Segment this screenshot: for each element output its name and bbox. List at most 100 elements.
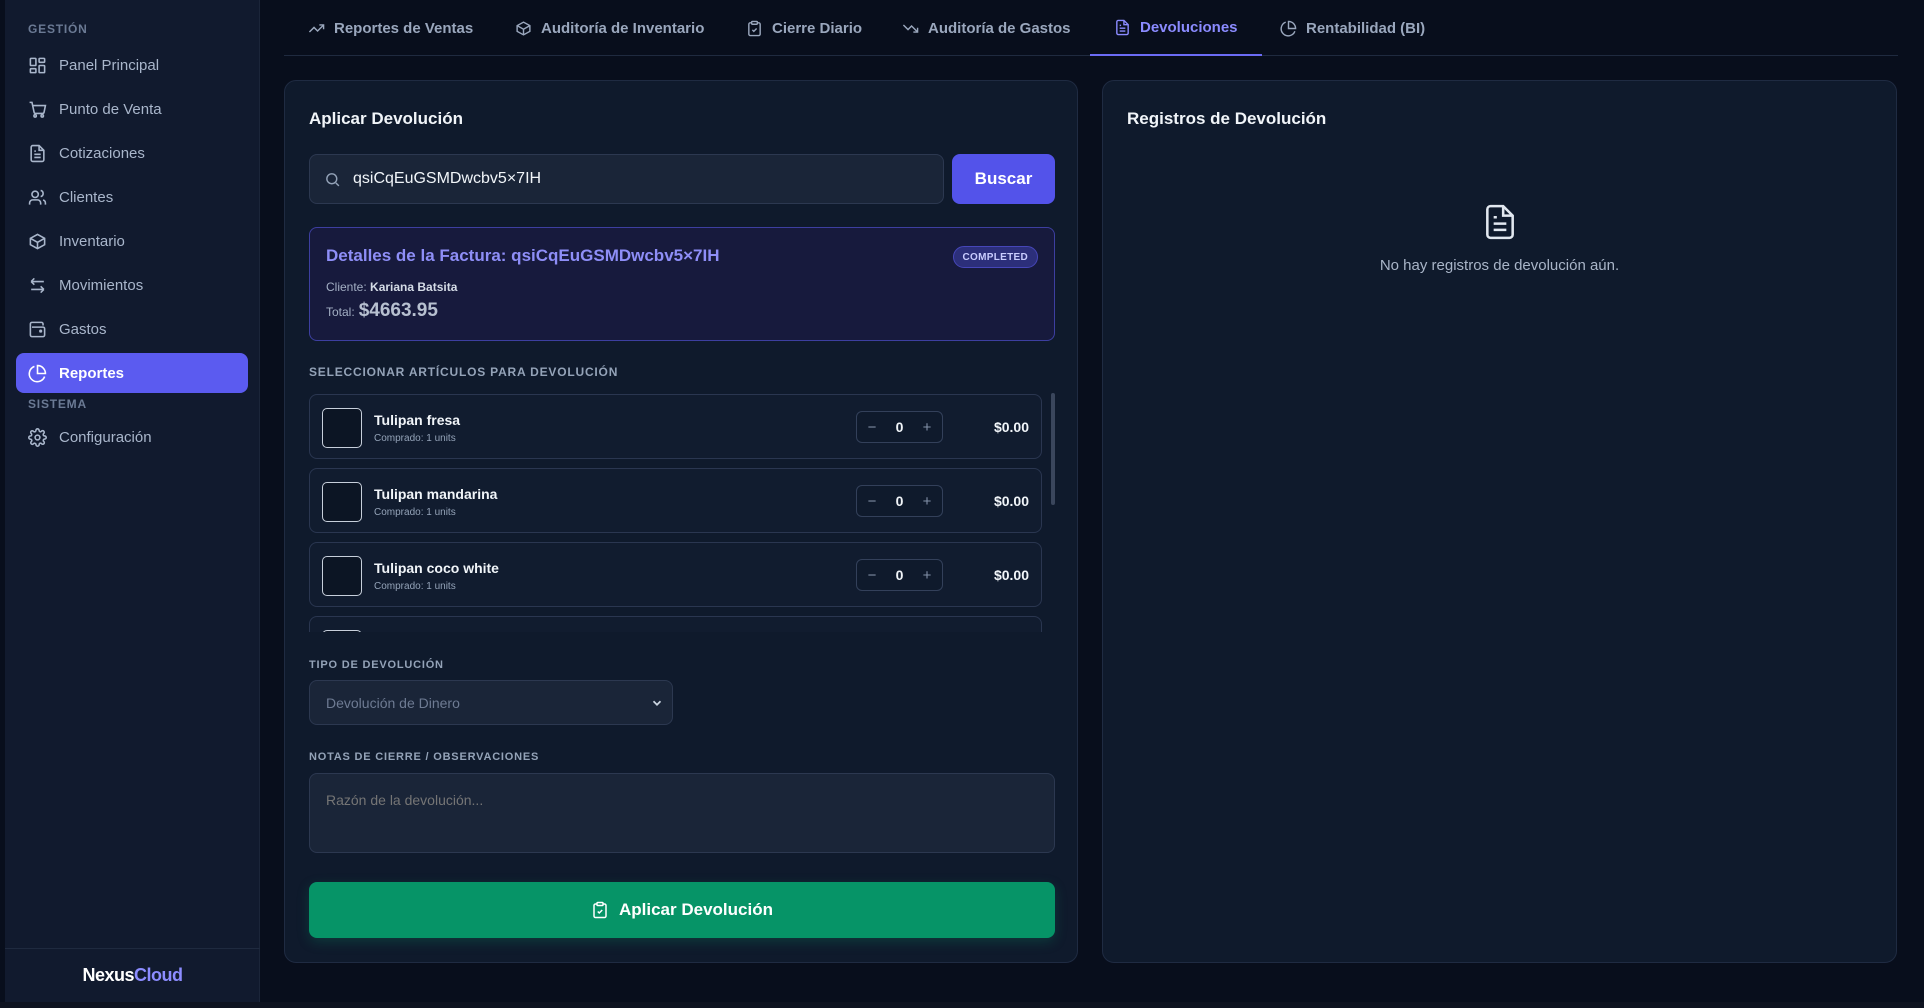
app-root: GESTIÓN Panel Principal Punto de Venta C… bbox=[0, 0, 1924, 1008]
sidebar-item-clientes[interactable]: Clientes bbox=[16, 177, 248, 217]
pie-chart-icon bbox=[28, 364, 47, 382]
notes-textarea[interactable] bbox=[309, 773, 1055, 853]
sidebar-item-panel-principal[interactable]: Panel Principal bbox=[16, 45, 248, 85]
sidebar-item-label: Reportes bbox=[59, 364, 125, 382]
item-purchased: Comprado: 1 units bbox=[374, 433, 456, 444]
items-section-label: SELECCIONAR ARTÍCULOS PARA DEVOLUCIÓN bbox=[309, 365, 619, 379]
brand-name-part1: Nexus bbox=[82, 965, 135, 985]
clipboard-icon bbox=[748, 20, 761, 36]
decrement-button[interactable]: − bbox=[865, 493, 879, 510]
tab-devoluciones[interactable]: Devoluciones bbox=[1090, 0, 1262, 56]
sidebar-item-label: Clientes bbox=[59, 188, 114, 206]
brand-name-part2: Cloud bbox=[134, 965, 183, 985]
document-icon bbox=[1116, 19, 1129, 35]
tab-auditoria-de-inventario[interactable]: Auditoría de Inventario bbox=[491, 0, 728, 56]
product-thumbnail bbox=[322, 482, 362, 522]
sidebar-item-configuracion[interactable]: Configuración bbox=[16, 417, 248, 457]
item-purchased: Comprado: 1 units bbox=[374, 507, 456, 518]
tab-reportes-de-ventas[interactable]: Reportes de Ventas bbox=[284, 0, 497, 56]
sidebar-item-label: Punto de Venta bbox=[59, 100, 162, 118]
sidebar-section-sistema: SISTEMA bbox=[28, 397, 87, 411]
product-thumbnail bbox=[322, 556, 362, 596]
pie-chart-icon bbox=[1280, 20, 1297, 37]
trending-down-icon bbox=[902, 23, 919, 33]
panel-title: Aplicar Devolución bbox=[309, 109, 463, 128]
return-type-select[interactable]: Devolución de Dinero bbox=[309, 680, 673, 725]
increment-button[interactable]: + bbox=[920, 419, 934, 436]
quantity-value: 0 bbox=[895, 493, 904, 509]
invoice-search-input[interactable] bbox=[353, 170, 933, 188]
sidebar-item-label: Configuración bbox=[59, 428, 152, 446]
apply-return-panel: Aplicar Devolución Buscar Detalles de la… bbox=[284, 80, 1078, 963]
gear-icon bbox=[28, 427, 47, 447]
box-icon bbox=[516, 20, 531, 36]
invoice-search-field[interactable] bbox=[309, 154, 944, 204]
users-icon bbox=[28, 189, 47, 205]
list-item bbox=[309, 616, 1042, 632]
trending-up-icon bbox=[308, 23, 325, 33]
item-price: $0.00 bbox=[993, 567, 1029, 583]
invoice-total: Total: $4663.95 bbox=[326, 300, 438, 322]
sidebar-item-gastos[interactable]: Gastos bbox=[16, 309, 248, 349]
tab-rentabilidad[interactable]: Rentabilidad (BI) bbox=[1256, 0, 1449, 56]
window-bottom-strip bbox=[0, 1002, 1924, 1008]
tab-label: Devoluciones bbox=[1140, 18, 1238, 36]
sidebar-item-label: Gastos bbox=[59, 320, 107, 338]
panel-title: Registros de Devolución bbox=[1127, 109, 1327, 128]
tab-label: Auditoría de Inventario bbox=[541, 19, 705, 37]
item-price: $0.00 bbox=[993, 419, 1029, 435]
list-item: Tulipan coco white Comprado: 1 units − 0… bbox=[309, 542, 1042, 607]
return-items-list[interactable]: Tulipan fresa Comprado: 1 units − 0 + $0… bbox=[309, 394, 1055, 632]
document-icon bbox=[30, 144, 45, 162]
empty-state: No hay registros de devolución aún. bbox=[1103, 201, 1896, 274]
decrement-button[interactable]: − bbox=[865, 419, 879, 436]
apply-return-button[interactable]: Aplicar Devolución bbox=[309, 882, 1055, 938]
notes-label: NOTAS DE CIERRE / OBSERVACIONES bbox=[309, 751, 540, 763]
sidebar-section-gestion: GESTIÓN bbox=[28, 22, 88, 36]
quantity-stepper: − 0 + bbox=[856, 559, 943, 591]
report-tabs: Reportes de Ventas Auditoría de Inventar… bbox=[284, 0, 1898, 56]
increment-button[interactable]: + bbox=[920, 493, 934, 510]
tab-label: Auditoría de Gastos bbox=[928, 19, 1071, 37]
increment-button[interactable]: + bbox=[920, 567, 934, 584]
invoice-details-card: Detalles de la Factura: qsiCqEuGSMDwcbv5… bbox=[309, 227, 1055, 341]
quantity-stepper: − 0 + bbox=[856, 485, 943, 517]
sidebar-item-label: Cotizaciones bbox=[59, 144, 145, 162]
tab-label: Rentabilidad (BI) bbox=[1306, 19, 1426, 37]
sidebar-item-cotizaciones[interactable]: Cotizaciones bbox=[16, 133, 248, 173]
status-badge: COMPLETED bbox=[952, 246, 1038, 268]
client-name: Kariana Batsita bbox=[370, 280, 458, 294]
items-scrollbar[interactable] bbox=[1051, 393, 1055, 505]
invoice-client: Cliente: Kariana Batsita bbox=[326, 280, 457, 294]
sidebar-item-movimientos[interactable]: Movimientos bbox=[16, 265, 248, 305]
arrows-icon bbox=[30, 277, 45, 293]
sidebar-item-punto-de-venta[interactable]: Punto de Venta bbox=[16, 89, 248, 129]
chevron-down-icon bbox=[652, 700, 662, 706]
tab-cierre-diario[interactable]: Cierre Diario bbox=[722, 0, 886, 56]
wallet-icon bbox=[29, 321, 46, 337]
product-thumbnail bbox=[322, 408, 362, 448]
item-purchased: Comprado: 1 units bbox=[374, 581, 456, 592]
list-item: Tulipan mandarina Comprado: 1 units − 0 … bbox=[309, 468, 1042, 533]
quantity-value: 0 bbox=[895, 419, 904, 435]
decrement-button[interactable]: − bbox=[865, 567, 879, 584]
total-value: $4663.95 bbox=[358, 300, 438, 321]
sidebar-item-inventario[interactable]: Inventario bbox=[16, 221, 248, 261]
search-button[interactable]: Buscar bbox=[952, 154, 1055, 204]
document-icon bbox=[1485, 204, 1514, 240]
invoice-title: Detalles de la Factura: qsiCqEuGSMDwcbv5… bbox=[326, 246, 720, 265]
item-price: $0.00 bbox=[993, 493, 1029, 509]
empty-message: No hay registros de devolución aún. bbox=[1379, 257, 1620, 274]
tab-label: Reportes de Ventas bbox=[334, 19, 474, 37]
sidebar-item-label: Movimientos bbox=[59, 276, 144, 294]
sidebar-item-label: Inventario bbox=[59, 232, 125, 250]
return-type-label: TIPO DE DEVOLUCIÓN bbox=[309, 659, 444, 671]
tab-label: Cierre Diario bbox=[772, 19, 863, 37]
tab-auditoria-de-gastos[interactable]: Auditoría de Gastos bbox=[878, 0, 1095, 56]
item-name: Tulipan fresa bbox=[374, 412, 461, 428]
search-icon bbox=[326, 172, 340, 186]
return-type-value: Devolución de Dinero bbox=[326, 694, 460, 711]
product-thumbnail bbox=[322, 630, 362, 632]
sidebar-item-reportes[interactable]: Reportes bbox=[16, 353, 248, 393]
return-records-panel: Registros de Devolución No hay registros… bbox=[1102, 80, 1897, 963]
